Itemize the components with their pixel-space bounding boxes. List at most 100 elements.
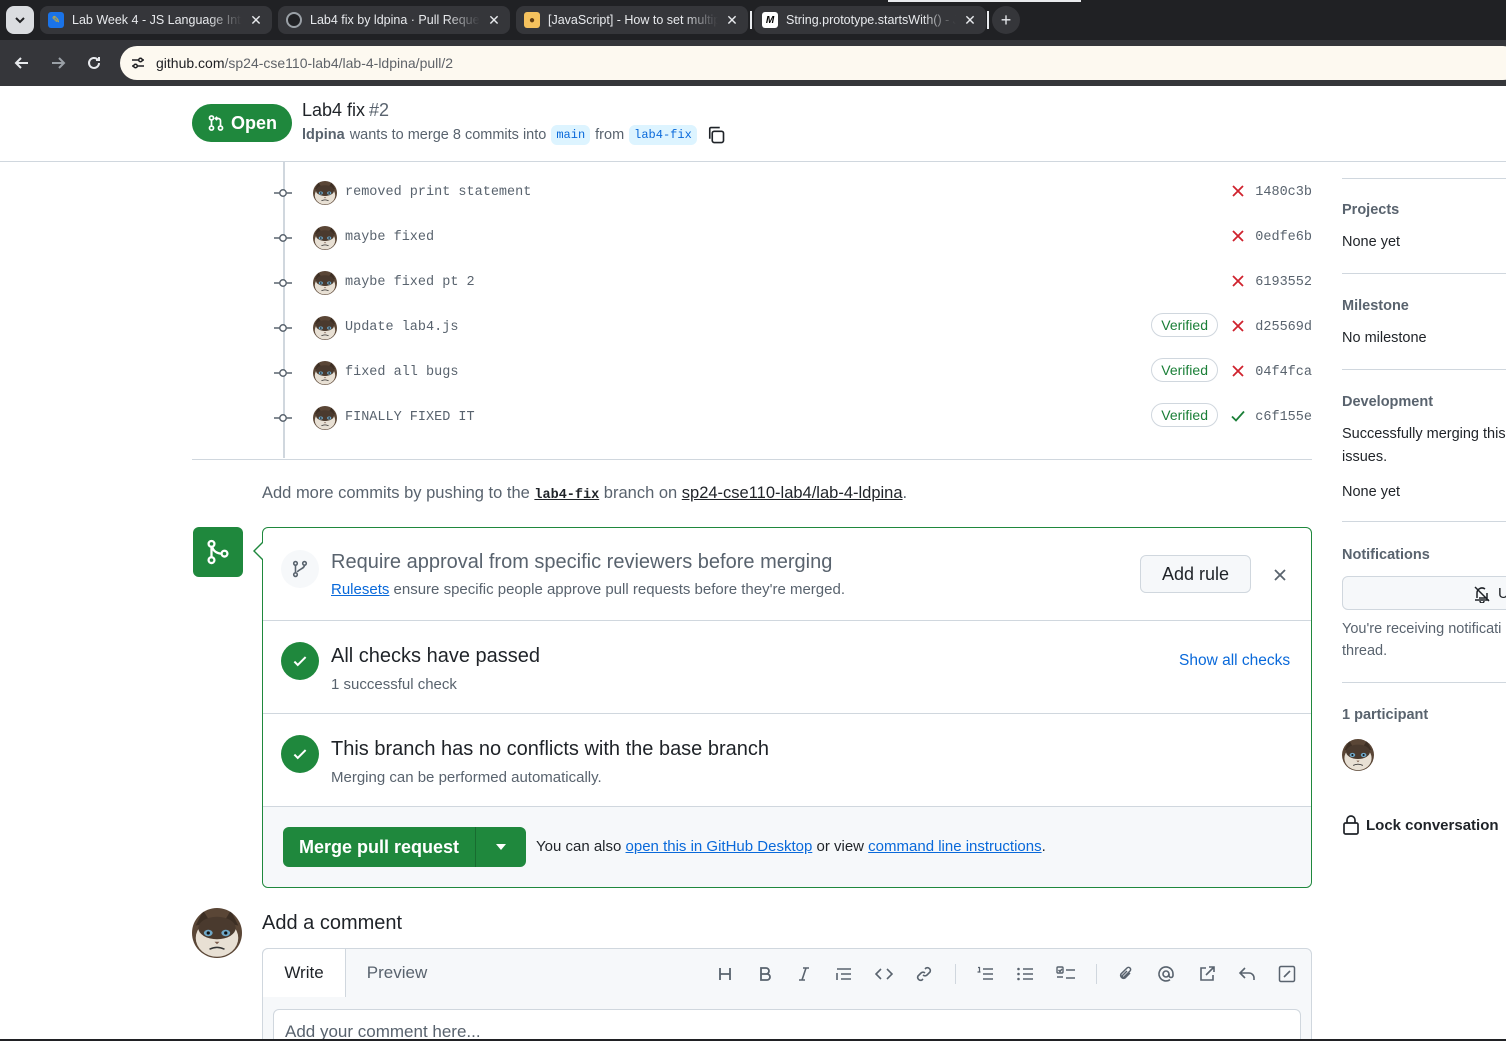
commits-divider	[192, 459, 1312, 460]
x-fail-icon[interactable]	[1230, 318, 1246, 334]
pr-merge-text: wants to merge 8 commits into	[349, 127, 547, 143]
commit-author-avatar[interactable]	[313, 181, 337, 205]
merge-pull-request-button[interactable]: Merge pull request	[283, 827, 476, 867]
back-button[interactable]	[8, 49, 36, 77]
new-tab-button[interactable]: +	[992, 6, 1020, 34]
address-bar[interactable]: github.com/sp24-cse110-lab4/lab-4-ldpina…	[120, 46, 1506, 80]
cross-reference-icon[interactable]	[1197, 964, 1217, 984]
x-fail-icon[interactable]	[1230, 363, 1246, 379]
commit-sha-link[interactable]: 1480c3b	[1255, 185, 1312, 200]
commit-sha-link[interactable]: 04f4fca	[1255, 365, 1312, 380]
verified-badge[interactable]: Verified	[1151, 313, 1218, 337]
quote-icon[interactable]	[834, 964, 854, 984]
code-icon[interactable]	[874, 964, 894, 984]
commit-message-link[interactable]: fixed all bugs	[345, 365, 458, 380]
tab-title: [JavaScript] - How to set multip	[548, 13, 718, 27]
unordered-list-icon[interactable]	[1015, 964, 1035, 984]
x-fail-icon[interactable]	[1230, 183, 1246, 199]
tab-write[interactable]: Write	[262, 948, 346, 997]
commit-message-link[interactable]: removed print statement	[345, 185, 531, 200]
base-branch-chip[interactable]: main	[551, 125, 591, 145]
pr-from-text: from	[595, 127, 625, 143]
commit-sha-link[interactable]: c6f155e	[1255, 410, 1312, 425]
github-desktop-link[interactable]: open this in GitHub Desktop	[626, 838, 813, 855]
x-fail-icon[interactable]	[1230, 228, 1246, 244]
browser-tab[interactable]: ✎ Lab Week 4 - JS Language Intro ✕	[40, 6, 272, 34]
commit-author-avatar[interactable]	[313, 271, 337, 295]
tab-preview[interactable]: Preview	[348, 949, 446, 997]
commit-author-avatar[interactable]	[313, 316, 337, 340]
browser-tab[interactable]: M String.prototype.startsWith() - J ✕	[754, 6, 986, 34]
link-icon[interactable]	[914, 964, 934, 984]
close-icon	[1274, 569, 1286, 581]
participant-avatar[interactable]	[1342, 739, 1374, 771]
notification-subscribe-button[interactable]: U	[1342, 576, 1506, 610]
check-circle-icon	[281, 735, 319, 773]
push-note-branch[interactable]: lab4-fix	[534, 488, 599, 503]
projects-value: None yet	[1342, 234, 1401, 250]
notifications-heading: Notifications	[1342, 547, 1430, 563]
bold-icon[interactable]	[755, 964, 775, 984]
paperclip-icon[interactable]	[1116, 964, 1136, 984]
browser-tab-active[interactable]: Lab4 fix by ldpina · Pull Request ✕	[278, 6, 510, 34]
commit-sha-link[interactable]: d25569d	[1255, 320, 1312, 335]
browser-tab-bar: ✎ Lab Week 4 - JS Language Intro ✕ Lab4 …	[0, 0, 1506, 40]
verified-badge[interactable]: Verified	[1151, 358, 1218, 382]
reply-icon[interactable]	[1237, 964, 1257, 984]
tab-close-icon[interactable]: ✕	[962, 12, 978, 29]
push-note-suffix: .	[902, 484, 908, 502]
commit-message-link[interactable]: Update lab4.js	[345, 320, 458, 335]
show-all-checks-link[interactable]: Show all checks	[1179, 652, 1290, 670]
merge-method-dropdown[interactable]	[476, 827, 526, 867]
browser-tab[interactable]: ● [JavaScript] - How to set multip ✕	[516, 6, 748, 34]
pr-title-text[interactable]: Lab4 fix	[302, 100, 365, 120]
head-branch-chip[interactable]: lab4-fix	[629, 125, 697, 145]
tab-separator	[987, 11, 989, 29]
commit-sha-link[interactable]: 0edfe6b	[1255, 230, 1312, 245]
tab-close-icon[interactable]: ✕	[486, 12, 502, 29]
pr-author-link[interactable]: ldpina	[302, 127, 345, 143]
reload-button[interactable]	[80, 49, 108, 77]
commit-author-avatar[interactable]	[313, 361, 337, 385]
italic-icon[interactable]	[794, 964, 814, 984]
tab-title: Lab Week 4 - JS Language Intro	[72, 13, 242, 27]
mention-icon[interactable]	[1156, 964, 1176, 984]
git-pull-request-icon	[208, 115, 224, 131]
commit-author-avatar[interactable]	[313, 406, 337, 430]
heading-icon[interactable]	[715, 964, 735, 984]
tab-title: String.prototype.startsWith() - J	[786, 13, 956, 27]
commit-sha-link[interactable]: 6193552	[1255, 275, 1312, 290]
commit-author-avatar[interactable]	[313, 226, 337, 250]
add-rule-button[interactable]: Add rule	[1140, 555, 1251, 593]
verified-badge[interactable]: Verified	[1151, 403, 1218, 427]
participants-heading: 1 participant	[1342, 707, 1429, 723]
projects-heading[interactable]: Projects	[1342, 202, 1399, 218]
rulesets-link[interactable]: Rulesets	[331, 581, 389, 598]
check-icon[interactable]	[1230, 408, 1246, 424]
push-note-repo-link[interactable]: sp24-cse110-lab4/lab-4-ldpina	[682, 484, 903, 502]
sidebar-divider	[1342, 521, 1506, 522]
x-fail-icon[interactable]	[1230, 273, 1246, 289]
sidebar-divider	[1342, 682, 1506, 683]
sidebar-divider	[1342, 273, 1506, 274]
development-heading[interactable]: Development	[1342, 394, 1433, 410]
comment-textarea[interactable]: Add your comment here...	[273, 1009, 1301, 1041]
commit-message-link[interactable]: FINALLY FIXED IT	[345, 410, 475, 425]
user-avatar[interactable]	[192, 908, 242, 958]
site-info-button[interactable]	[128, 53, 148, 73]
lock-conversation-link[interactable]: Lock conversation	[1342, 815, 1499, 835]
forward-button[interactable]	[44, 49, 72, 77]
tab-close-icon[interactable]: ✕	[248, 12, 264, 29]
task-list-icon[interactable]	[1056, 964, 1076, 984]
tab-close-icon[interactable]: ✕	[724, 12, 740, 29]
copy-icon[interactable]	[706, 125, 726, 145]
fullscreen-edit-icon[interactable]	[1277, 964, 1297, 984]
ordered-list-icon[interactable]	[975, 964, 995, 984]
milestone-heading[interactable]: Milestone	[1342, 298, 1409, 314]
command-line-link[interactable]: command line instructions	[868, 838, 1041, 855]
lock-icon	[1343, 815, 1359, 835]
commit-message-link[interactable]: maybe fixed	[345, 230, 434, 245]
dismiss-button[interactable]	[1270, 565, 1290, 585]
tab-search-button[interactable]	[6, 6, 34, 34]
commit-message-link[interactable]: maybe fixed pt 2	[345, 275, 475, 290]
